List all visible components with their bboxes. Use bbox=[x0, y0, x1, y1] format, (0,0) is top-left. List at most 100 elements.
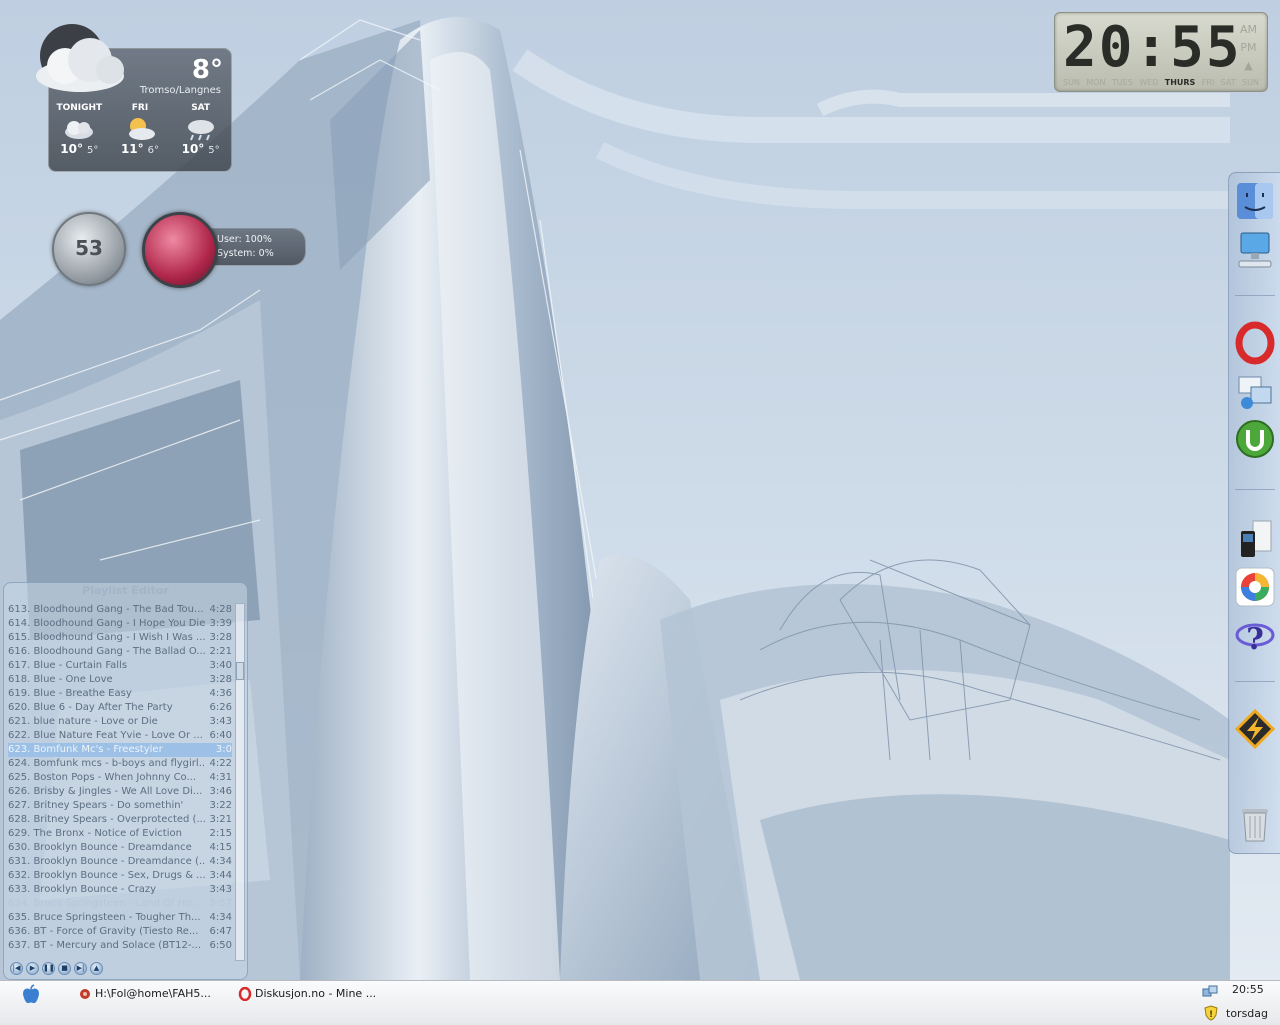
weekday: SAT bbox=[1220, 78, 1236, 87]
gauge-value: 53 bbox=[75, 236, 103, 260]
playlist-item-selected[interactable]: 623. Bomfunk Mc's - Freestyler 3:0 bbox=[8, 743, 232, 757]
weekday: TUES bbox=[1111, 78, 1133, 87]
playlist-item[interactable]: 621. blue nature - Love or Die 3:43 bbox=[8, 715, 232, 729]
forecast-day: FRI 11° 6° bbox=[111, 103, 169, 156]
stop-button[interactable]: ■ bbox=[58, 962, 71, 975]
track-duration: 3:43 bbox=[209, 716, 232, 727]
am-label: AM bbox=[1239, 23, 1257, 36]
trash-icon bbox=[1242, 809, 1268, 842]
track-duration: 6:50 bbox=[209, 940, 232, 951]
dock-winamp[interactable] bbox=[1233, 707, 1277, 751]
forecast-high: 10° bbox=[181, 142, 205, 156]
dock-ipod[interactable] bbox=[1233, 517, 1277, 561]
playlist-item[interactable]: 636. BT - Force of Gravity (Tiesto Re...… bbox=[8, 925, 232, 939]
playlist-item[interactable]: 634. Bruce Springsteen - Land Of Ho... 5:… bbox=[8, 897, 232, 911]
playlist-item[interactable]: 614. Bloodhound Gang - I Hope You Die 3:3… bbox=[8, 617, 232, 631]
dock-trash[interactable] bbox=[1233, 801, 1277, 845]
cpu-meter[interactable] bbox=[142, 212, 218, 288]
playlist-item[interactable]: 635. Bruce Springsteen - Tougher Th... 4:… bbox=[8, 911, 232, 925]
playlist-item[interactable]: 627. Britney Spears - Do somethin' 3:22 bbox=[8, 799, 232, 813]
playlist-scrollbar[interactable] bbox=[235, 603, 245, 961]
track-duration: 5:57 bbox=[209, 898, 232, 909]
dock-display[interactable] bbox=[1233, 227, 1277, 271]
svg-text:!: ! bbox=[1209, 1010, 1213, 1020]
playlist-item[interactable]: 613. Bloodhound Gang - The Bad Tou... 4:2… bbox=[8, 603, 232, 617]
playlist-item[interactable]: 632. Brooklyn Bounce - Sex, Drugs & ... 3… bbox=[8, 869, 232, 883]
dock-opera[interactable] bbox=[1233, 321, 1277, 365]
monitor-keyboard-icon bbox=[1238, 232, 1272, 268]
playlist-item[interactable]: 629. The Bronx - Notice of Eviction 2:15 bbox=[8, 827, 232, 841]
track-duration: 4:34 bbox=[209, 912, 232, 923]
track-title: 619. Blue - Breathe Easy bbox=[8, 688, 132, 699]
playlist-item[interactable]: 624. Bomfunk mcs - b-boys and flygirl...… bbox=[8, 757, 232, 771]
dock-picasa[interactable] bbox=[1233, 565, 1277, 609]
playlist-item[interactable]: 617. Blue - Curtain Falls 3:40 bbox=[8, 659, 232, 673]
finder-icon bbox=[1237, 183, 1273, 219]
winamp-icon bbox=[1234, 708, 1276, 750]
dock-separator bbox=[1235, 489, 1275, 490]
track-duration: 2:15 bbox=[209, 828, 232, 839]
weekday: FRI bbox=[1201, 78, 1215, 87]
taskbar-item-opera[interactable]: Diskusjon.no - Mine ... bbox=[238, 983, 376, 1005]
track-title: 617. Blue - Curtain Falls bbox=[8, 660, 128, 671]
playlist-item[interactable]: 626. Brisby & Jingles - We All Love Di..… bbox=[8, 785, 232, 799]
playlist-editor[interactable]: Playlist Editor 613. Bloodhound Gang - T… bbox=[3, 582, 248, 980]
playlist-item[interactable]: 637. BT - Mercury and Solace (BT12-... 6:… bbox=[8, 939, 232, 953]
track-title: 631. Brooklyn Bounce - Dreamdance (... bbox=[8, 856, 206, 867]
dock-network[interactable] bbox=[1233, 369, 1277, 413]
track-duration: 4:15 bbox=[209, 842, 232, 853]
track-title: 620. Blue 6 - Day After The Party bbox=[8, 702, 173, 713]
playlist-item[interactable]: 630. Brooklyn Bounce - Dreamdance 4:15 bbox=[8, 841, 232, 855]
playlist-item[interactable]: 628. Britney Spears - Overprotected (...… bbox=[8, 813, 232, 827]
dock-utorrent[interactable] bbox=[1233, 417, 1277, 461]
shield-icon[interactable]: ! bbox=[1204, 1005, 1218, 1025]
playlist-item[interactable]: 616. Bloodhound Gang - The Ballad O... 2:… bbox=[8, 645, 232, 659]
playlist-item[interactable]: 631. Brooklyn Bounce - Dreamdance (... 4:… bbox=[8, 855, 232, 869]
track-title: 633. Brooklyn Bounce - Crazy bbox=[8, 884, 157, 895]
track-title: 618. Blue - One Love bbox=[8, 674, 113, 685]
scrollbar-thumb[interactable] bbox=[236, 662, 244, 680]
opera-icon bbox=[1235, 321, 1275, 365]
weekday: SUN bbox=[1242, 78, 1259, 87]
tray-clock[interactable]: 20:55 bbox=[1232, 983, 1264, 996]
weekday: SUN bbox=[1063, 78, 1080, 87]
track-duration: 6:40 bbox=[209, 730, 232, 741]
playlist-item[interactable]: 620. Blue 6 - Day After The Party 6:26 bbox=[8, 701, 232, 715]
play-button[interactable]: ▶ bbox=[26, 962, 39, 975]
track-title: 614. Bloodhound Gang - I Hope You Die bbox=[8, 618, 206, 629]
playlist-item[interactable]: 619. Blue - Breathe Easy 4:36 bbox=[8, 687, 232, 701]
temperature-gauge[interactable]: 53 bbox=[52, 212, 126, 286]
weekday-row: SUN MON TUES WED THURS FRI SAT SUN bbox=[1063, 78, 1259, 87]
track-title: 628. Britney Spears - Overprotected (... bbox=[8, 814, 206, 825]
forecast-day-label: TONIGHT bbox=[56, 103, 103, 113]
dock-help[interactable]: ? bbox=[1233, 613, 1277, 657]
track-duration: 4:36 bbox=[209, 688, 232, 699]
prev-track-button[interactable]: |◀ bbox=[10, 962, 23, 975]
playlist-item[interactable]: 633. Brooklyn Bounce - Crazy 3:43 bbox=[8, 883, 232, 897]
digital-clock-widget[interactable]: 20:55 AM PM ▲ SUN MON TUES WED THURS FRI… bbox=[1054, 12, 1268, 92]
pause-button[interactable]: ❚❚ bbox=[42, 962, 55, 975]
taskbar-item-folding[interactable]: H:\Fol@home\FAH5... bbox=[78, 983, 211, 1005]
forecast-low: 6° bbox=[147, 145, 160, 156]
forecast-day-label: SAT bbox=[191, 103, 211, 113]
playlist-item[interactable]: 615. Bloodhound Gang - I Wish I Was ... 3… bbox=[8, 631, 232, 645]
next-track-button[interactable]: ▶| bbox=[74, 962, 87, 975]
track-title: 616. Bloodhound Gang - The Ballad O... bbox=[8, 646, 206, 657]
forecast-high: 11° bbox=[120, 142, 144, 156]
weekday: WED bbox=[1139, 78, 1159, 87]
forecast: TONIGHT 10° 5° FRI 11° 6° SAT 10° 5° bbox=[49, 103, 231, 156]
dock-separator bbox=[1235, 295, 1275, 296]
playlist-item[interactable]: 622. Blue Nature Feat Yvie - Love Or ...… bbox=[8, 729, 232, 743]
track-title: 637. BT - Mercury and Solace (BT12-... bbox=[8, 940, 202, 951]
eject-button[interactable]: ▲ bbox=[90, 962, 103, 975]
playlist-item[interactable]: 625. Boston Pops - When Johnny Co... 4:31 bbox=[8, 771, 232, 785]
playlist-list[interactable]: 613. Bloodhound Gang - The Bad Tou... 4:2… bbox=[8, 603, 232, 959]
dock-finder[interactable] bbox=[1233, 179, 1277, 223]
partly-cloudy-night-icon bbox=[50, 116, 108, 142]
start-button[interactable] bbox=[20, 984, 42, 1006]
playlist-item[interactable]: 618. Blue - One Love 3:28 bbox=[8, 673, 232, 687]
track-duration: 2:21 bbox=[209, 646, 232, 657]
track-title: 630. Brooklyn Bounce - Dreamdance bbox=[8, 842, 192, 853]
network-tray-icon[interactable] bbox=[1202, 985, 1218, 1005]
track-duration: 4:22 bbox=[209, 758, 232, 769]
